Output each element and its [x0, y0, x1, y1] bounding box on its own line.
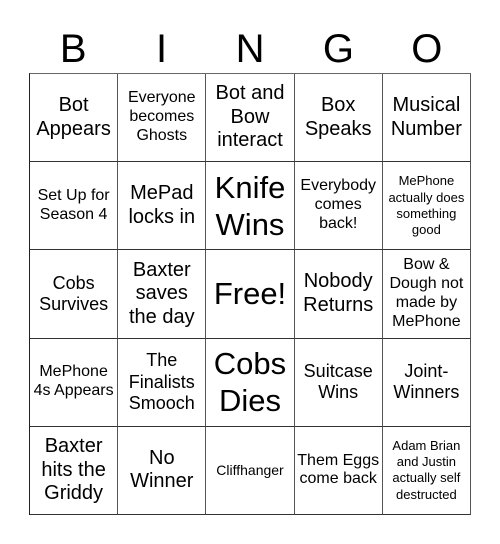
- bingo-cell-text: Cobs Dies: [213, 346, 287, 419]
- bingo-cell-text: Them Eggs come back: [297, 451, 380, 488]
- bingo-cell-text: No Winner: [130, 446, 194, 493]
- bingo-cell[interactable]: Everyone becomes Ghosts: [118, 74, 207, 163]
- bingo-cell-text: Adam Brian and Justin actually self dest…: [392, 437, 461, 502]
- bingo-cell[interactable]: Cobs Survives: [30, 250, 119, 339]
- bingo-cell[interactable]: No Winner: [118, 426, 207, 515]
- bingo-cell-text: Free!: [213, 276, 287, 312]
- bingo-cell-text: MePad locks in: [128, 182, 196, 228]
- bingo-cell-text: MePhone actually does something good: [388, 173, 465, 238]
- bingo-cell-text: Cobs Survives: [39, 272, 109, 314]
- bingo-cell[interactable]: Bot and Bow interact: [206, 74, 295, 163]
- bingo-header: B I N G O: [29, 26, 471, 72]
- bingo-cell-text: Nobody Returns: [303, 270, 374, 316]
- bingo-cell[interactable]: Them Eggs come back: [294, 426, 383, 515]
- bingo-cell[interactable]: Everybody comes back!: [294, 162, 383, 251]
- bingo-cell[interactable]: Cobs Dies: [206, 338, 295, 427]
- bingo-cell-text: Cliffhanger: [216, 462, 284, 479]
- header-letter-b: B: [59, 27, 87, 71]
- bingo-cell[interactable]: MePhone 4s Appears: [30, 338, 119, 427]
- bingo-cell-text: Bot and Bow interact: [215, 82, 285, 152]
- bingo-cell[interactable]: Adam Brian and Justin actually self dest…: [382, 426, 471, 515]
- bingo-grid: Bot Appears Everyone becomes Ghosts Bot an…: [29, 73, 471, 515]
- bingo-cell[interactable]: MePhone actually does something good: [382, 162, 471, 251]
- bingo-cell-text: Everyone becomes Ghosts: [127, 89, 196, 145]
- bingo-cell-text: Box Speaks: [304, 94, 372, 140]
- bingo-cell-text: MePhone 4s Appears: [33, 363, 114, 400]
- bingo-cell-text: Everybody comes back!: [300, 177, 376, 233]
- bingo-cell[interactable]: Set Up for Season 4: [30, 162, 119, 251]
- bingo-cell-text: Set Up for Season 4: [37, 186, 110, 223]
- bingo-cell[interactable]: Bow & Dough not made by MePhone: [382, 250, 471, 339]
- bingo-cell-free[interactable]: Free!: [206, 250, 295, 339]
- header-letter-n: N: [235, 27, 265, 71]
- bingo-cell-text: Bow & Dough not made by MePhone: [389, 256, 464, 330]
- bingo-cell[interactable]: Baxter saves the day: [118, 250, 207, 339]
- header-letter-o: O: [411, 27, 443, 71]
- bingo-cell[interactable]: Musical Number: [382, 74, 471, 163]
- header-letter-g: G: [322, 27, 354, 71]
- bingo-cell[interactable]: MePad locks in: [118, 162, 207, 251]
- bingo-cell[interactable]: Suitcase Wins: [294, 338, 383, 427]
- bingo-cell[interactable]: Knife Wins: [206, 162, 295, 251]
- bingo-cell-text: Baxter hits the Griddy: [41, 435, 106, 505]
- bingo-cell[interactable]: The Finalists Smooch: [118, 338, 207, 427]
- bingo-cell[interactable]: Baxter hits the Griddy: [30, 426, 119, 515]
- bingo-cell[interactable]: Box Speaks: [294, 74, 383, 163]
- bingo-cell-text: Baxter saves the day: [128, 258, 195, 328]
- bingo-cell-text: Bot Appears: [36, 94, 111, 140]
- bingo-cell[interactable]: Bot Appears: [30, 74, 119, 163]
- bingo-cell[interactable]: Nobody Returns: [294, 250, 383, 339]
- bingo-cell-text: Knife Wins: [214, 169, 286, 242]
- bingo-cell-text: Suitcase Wins: [303, 360, 373, 403]
- bingo-cell-text: Musical Number: [390, 94, 462, 140]
- bingo-cell-text: The Finalists Smooch: [128, 350, 195, 413]
- bingo-cell[interactable]: Joint-Winners: [382, 338, 471, 427]
- bingo-cell[interactable]: Cliffhanger: [206, 426, 295, 515]
- bingo-cell-text: Joint-Winners: [393, 360, 460, 403]
- header-letter-i: I: [156, 27, 168, 71]
